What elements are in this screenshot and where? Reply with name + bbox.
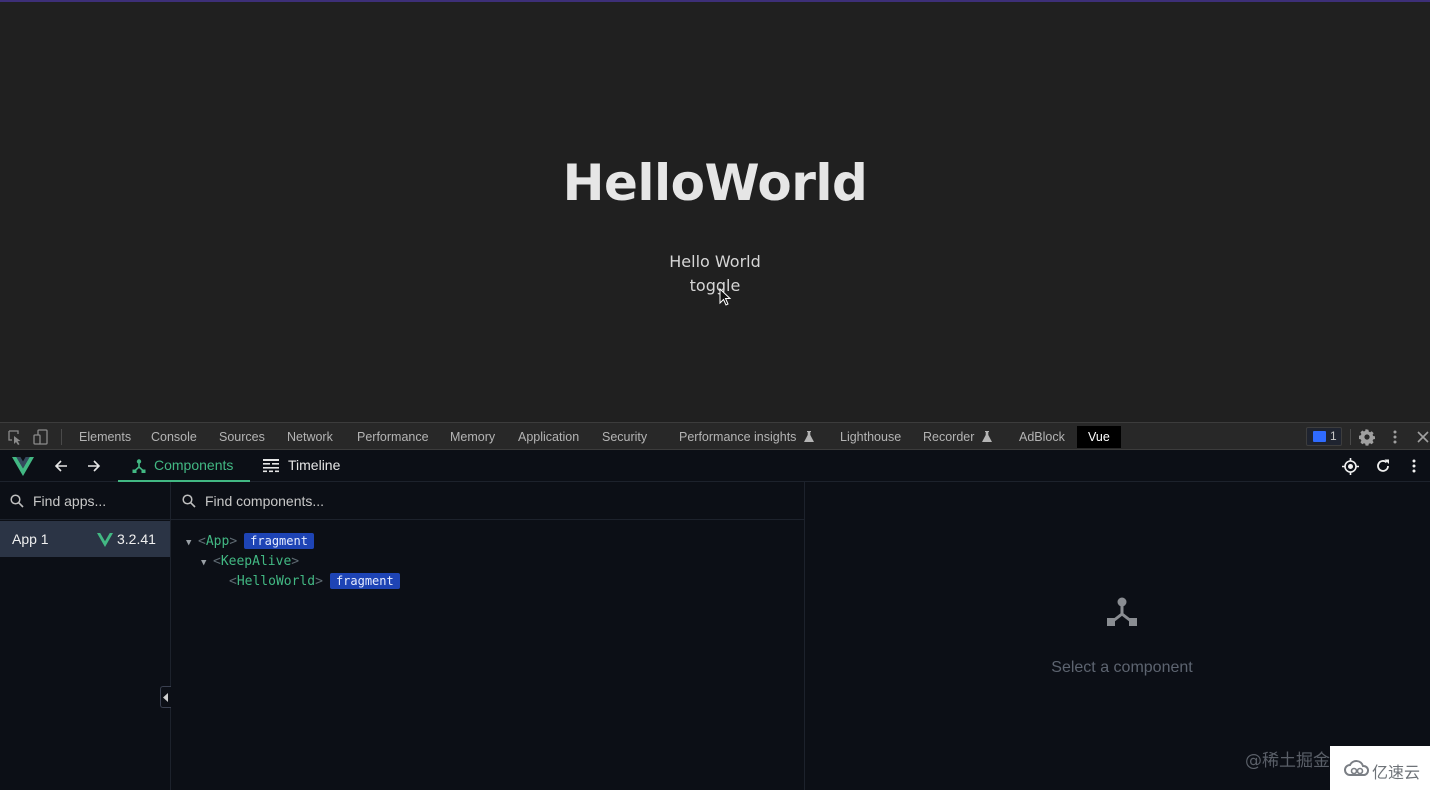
tab-label: Recorder xyxy=(923,430,975,444)
cloud-logo-icon xyxy=(1344,760,1370,776)
inspect-element-icon[interactable] xyxy=(6,428,24,446)
tab-elements[interactable]: Elements xyxy=(79,426,131,448)
mouse-cursor-icon xyxy=(719,288,732,306)
tab-adblock[interactable]: AdBlock xyxy=(1019,426,1065,448)
hello-world-text: Hello World xyxy=(669,252,761,271)
components-tree-pane: Find components... ▼ <App> fragment ▼ <Keep… xyxy=(171,482,805,790)
flask-icon xyxy=(981,431,992,442)
devtools-tab-bar: Elements Console Sources Network Perform… xyxy=(0,422,1430,450)
tab-performance[interactable]: Performance xyxy=(357,426,429,448)
forward-arrow-icon[interactable] xyxy=(86,458,102,474)
inspector-empty-message: Select a component xyxy=(1051,659,1193,676)
apps-search[interactable]: Find apps... xyxy=(0,482,170,520)
refresh-icon[interactable] xyxy=(1375,458,1391,474)
apps-pane: Find apps... App 1 3.2.41 xyxy=(0,482,171,790)
watermark-right-text: 亿速云 xyxy=(1372,763,1421,782)
collapse-apps-pane-button[interactable] xyxy=(160,686,171,708)
divider xyxy=(61,429,62,445)
component-name: App xyxy=(205,534,230,549)
fragment-badge: fragment xyxy=(244,533,314,549)
tab-performance-insights[interactable]: Performance insights xyxy=(679,426,814,448)
flask-icon xyxy=(803,431,814,442)
issues-icon xyxy=(1313,431,1326,442)
select-component-target-icon[interactable] xyxy=(1342,458,1359,475)
vue-version-icon xyxy=(97,533,113,547)
apps-search-input[interactable]: Find apps... xyxy=(33,493,106,509)
fragment-badge: fragment xyxy=(329,573,400,589)
component-name: HelloWorld xyxy=(236,574,316,589)
component-tree-placeholder-icon xyxy=(1107,597,1137,626)
back-arrow-icon[interactable] xyxy=(53,458,69,474)
watermark-left: @稀土掘金 xyxy=(1245,751,1330,771)
expand-toggle-icon[interactable]: ▼ xyxy=(186,534,198,552)
settings-gear-icon[interactable] xyxy=(1358,428,1376,446)
close-icon[interactable] xyxy=(1414,428,1430,446)
device-toggle-icon[interactable] xyxy=(32,428,50,446)
tab-security[interactable]: Security xyxy=(602,426,647,448)
components-search-input[interactable]: Find components... xyxy=(205,493,324,509)
watermark-right: 亿速云 xyxy=(1330,746,1430,790)
issues-badge[interactable]: 1 xyxy=(1306,427,1342,446)
vue-more-vertical-icon[interactable] xyxy=(1406,458,1422,474)
more-vertical-icon[interactable] xyxy=(1386,428,1404,446)
app-list-item[interactable]: App 1 3.2.41 xyxy=(0,521,170,557)
issues-count: 1 xyxy=(1330,429,1337,443)
tree-node-app[interactable]: ▼ <App> fragment xyxy=(186,533,314,551)
devtools-panel: Elements Console Sources Network Perform… xyxy=(0,422,1430,790)
components-tree-icon xyxy=(132,459,146,473)
tab-timeline[interactable]: Timeline xyxy=(262,450,340,482)
vue-logo-icon xyxy=(12,457,34,476)
app-name: App 1 xyxy=(12,531,49,547)
expand-toggle-icon[interactable]: ▼ xyxy=(201,554,213,572)
divider xyxy=(1350,429,1351,445)
vue-toolbar: Components Timeline xyxy=(0,450,1430,482)
toggle-button[interactable]: toggle xyxy=(0,276,1430,295)
search-icon xyxy=(182,494,196,508)
components-search[interactable]: Find components... xyxy=(171,482,804,520)
tab-vue[interactable]: Vue xyxy=(1077,426,1121,448)
tab-sources[interactable]: Sources xyxy=(219,426,265,448)
page-heading: HelloWorld xyxy=(562,154,868,212)
tab-memory[interactable]: Memory xyxy=(450,426,495,448)
tab-console[interactable]: Console xyxy=(151,426,197,448)
timeline-icon xyxy=(263,459,279,473)
app-version: 3.2.41 xyxy=(117,531,156,547)
tree-node-keepalive[interactable]: ▼ <KeepAlive> xyxy=(201,553,299,571)
tab-label: Performance insights xyxy=(679,430,797,444)
tab-application[interactable]: Application xyxy=(518,426,579,448)
tab-recorder[interactable]: Recorder xyxy=(923,426,992,448)
search-icon xyxy=(10,494,24,508)
component-name: KeepAlive xyxy=(220,554,292,569)
app-page: HelloWorld Hello World toggle xyxy=(0,2,1430,422)
tree-node-helloworld[interactable]: <HelloWorld> fragment xyxy=(229,573,400,591)
chevron-left-icon xyxy=(163,693,168,702)
tab-timeline-label: Timeline xyxy=(288,457,341,473)
tab-components[interactable]: Components xyxy=(118,450,250,482)
tab-lighthouse[interactable]: Lighthouse xyxy=(840,426,901,448)
component-inspector-pane: Select a component xyxy=(805,482,1430,790)
tab-network[interactable]: Network xyxy=(287,426,333,448)
tab-components-label: Components xyxy=(154,457,234,473)
